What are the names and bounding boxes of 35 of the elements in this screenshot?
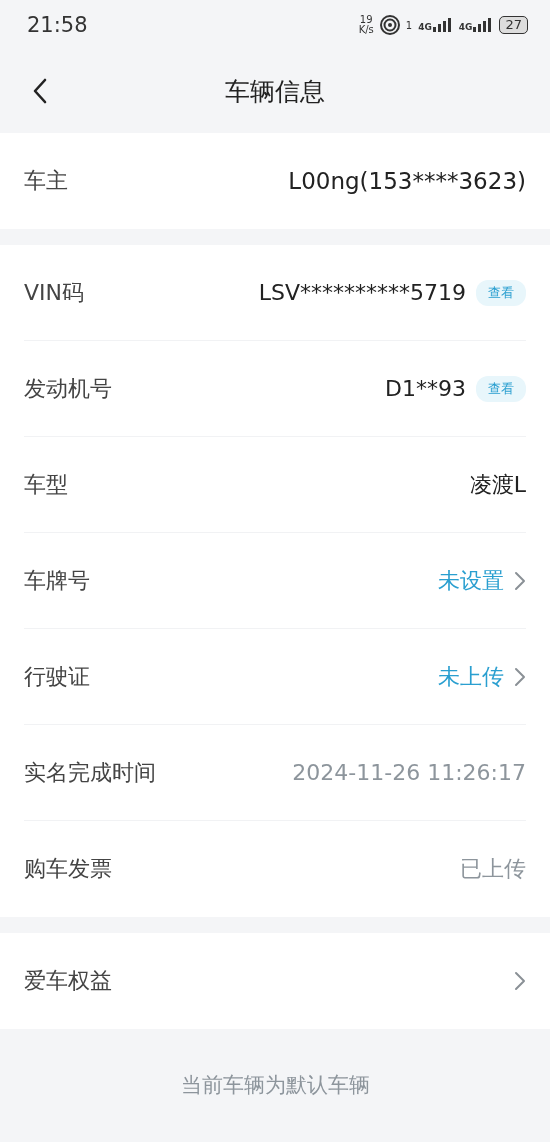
network-type: 4G: [458, 22, 473, 32]
network-speed: 19: [359, 15, 373, 25]
row-label: 行驶证: [24, 662, 90, 691]
row-value: 凌渡L: [469, 470, 526, 499]
clock: 21:58: [27, 13, 88, 37]
hotspot-count: 1: [405, 19, 413, 31]
row-link[interactable]: 未设置: [438, 565, 504, 596]
row-label: VIN码: [24, 278, 84, 307]
row-label: 车主: [24, 167, 68, 195]
benefits-link[interactable]: 爱车权益: [24, 966, 112, 996]
row-label: 车型: [24, 470, 68, 499]
signal-icon: [432, 18, 453, 32]
hotspot-icon: [379, 15, 400, 35]
view-button[interactable]: 查看: [476, 375, 526, 402]
row-label: 购车发票: [24, 855, 112, 883]
row-label: 车牌号: [24, 566, 90, 595]
row-label: 发动机号: [24, 374, 112, 403]
row-value: 2024-11-26 11:26:17: [292, 760, 526, 785]
view-button[interactable]: 查看: [476, 279, 526, 306]
owner-value: L00ng(153****3623): [288, 168, 526, 194]
page-title: 车辆信息: [225, 75, 325, 108]
signal-icon: [473, 18, 494, 32]
chevron-right-icon: [514, 570, 526, 591]
speed-unit: K/s: [358, 25, 374, 35]
battery-level: 27: [499, 16, 528, 34]
row-value: 已上传: [460, 855, 526, 883]
default-vehicle-note: 当前车辆为默认车辆: [179, 1072, 371, 1099]
chevron-right-icon: [514, 666, 526, 687]
row-label: 实名完成时间: [24, 758, 156, 787]
row-value: LSV**********5719: [258, 280, 466, 305]
row-value: D1**93: [385, 376, 466, 401]
network-type: 4G: [418, 22, 432, 32]
back-icon[interactable]: [32, 78, 48, 104]
row-link[interactable]: 未上传: [438, 661, 504, 692]
chevron-right-icon: [514, 971, 526, 991]
